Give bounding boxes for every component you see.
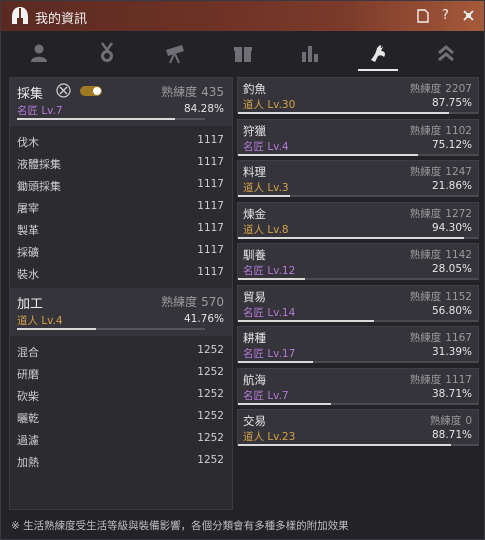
gathering-processing-panel: 採集 熟練度 435 名匠 Lv.7 84.28% 伐木 1117 液體採集 1117…	[9, 77, 233, 510]
skill-card-farming[interactable]: 耕種 熟練度 1167 名匠 Lv.17 31.39%	[237, 326, 479, 363]
progress-fill	[238, 319, 375, 322]
progress-bar	[238, 361, 478, 363]
skill-card-fishing[interactable]: 釣魚 熟練度 2207 道人 Lv.30 87.75%	[237, 77, 479, 114]
progress-fill	[17, 328, 96, 330]
list-item: 伐木 1117	[17, 134, 224, 149]
progress-fill	[238, 444, 451, 446]
tab-telescope[interactable]	[141, 35, 209, 71]
proficiency: 熟練度 435	[161, 85, 224, 99]
group-name: 採集	[17, 87, 44, 102]
list-item: 屠宰 1117	[17, 200, 224, 215]
progress-percent: 84.28%	[183, 103, 224, 115]
progress-fill	[238, 361, 314, 363]
tab-statistics[interactable]	[276, 35, 344, 71]
progress-fill	[17, 118, 176, 120]
progress-fill	[238, 402, 331, 405]
helmet-icon	[12, 7, 28, 24]
life-skill-icon	[371, 45, 386, 62]
gathering-sub-list: 伐木 1117 液體採集 1117 鋤頭採集 1117 屠宰 1117 製革 1117 採…	[10, 126, 232, 284]
progress-bar	[17, 118, 205, 120]
progress-bar	[238, 402, 478, 405]
list-item: 混合 1252	[17, 344, 224, 359]
my-info-window: 我的資訊 ? 採集 熟練度 435 名匠 Lv.7 84.28% 伐木 1117…	[0, 0, 485, 540]
skill-card-cooking[interactable]: 料理 熟練度 1247 道人 Lv.3 21.86%	[237, 160, 479, 197]
list-item: 過濾 1252	[17, 432, 224, 447]
list-item: 加熱 1252	[17, 454, 224, 469]
list-item: 液體採集 1117	[17, 156, 224, 171]
document-icon[interactable]	[415, 7, 430, 24]
tab-medal[interactable]	[73, 35, 141, 71]
telescope-icon	[165, 45, 184, 64]
list-item: 鋤頭採集 1117	[17, 178, 224, 193]
window-title: 我的資訊	[35, 12, 88, 27]
list-item: 砍柴 1252	[17, 388, 224, 403]
skill-card-hunting[interactable]: 狩獵 熟練度 1102 名匠 Lv.4 75.12%	[237, 118, 479, 156]
skill-card-trade[interactable]: 貿易 熟練度 1152 名匠 Lv.14 56.80%	[237, 284, 479, 322]
group-name: 加工	[17, 297, 44, 312]
double-chevron-up-icon	[438, 45, 455, 62]
crossed-tools-icon	[56, 83, 71, 98]
group-header-processing[interactable]: 加工 熟練度 570 道人 Lv.4 41.76%	[10, 288, 232, 336]
skill-card-barter[interactable]: 交易 熟練度 0 道人 Lv.23 88.71%	[237, 409, 479, 446]
close-icon[interactable]	[461, 7, 476, 24]
title-bar[interactable]: 我的資訊 ?	[1, 1, 484, 31]
progress-fill	[238, 195, 291, 197]
person-icon	[30, 44, 47, 62]
skill-card-alchemy[interactable]: 煉金 熟練度 1272 道人 Lv.8 94.30%	[237, 201, 479, 239]
list-item: 曬乾 1252	[17, 410, 224, 425]
list-item: 採礦 1117	[17, 244, 224, 259]
proficiency: 熟練度 570	[161, 295, 224, 309]
progress-bar	[238, 319, 478, 322]
list-item: 研磨 1252	[17, 366, 224, 381]
list-item: 製革 1117	[17, 222, 224, 237]
progress-bar	[238, 444, 478, 446]
processing-sub-list: 混合 1252 研磨 1252 砍柴 1252 曬乾 1252 過濾 1252 加熱 125…	[10, 336, 232, 472]
progress-fill	[238, 112, 449, 114]
rank-label: 名匠 Lv.7	[17, 105, 63, 117]
progress-bar	[238, 112, 478, 114]
tab-life-skills[interactable]	[344, 35, 412, 71]
tab-bar	[5, 35, 480, 71]
progress-bar	[238, 236, 478, 239]
footer-note: ※ 生活熟練度受生活等級與裝備影響，各個分類會有多種多樣的附加效果	[11, 520, 349, 532]
progress-fill	[238, 278, 306, 280]
bar-chart-icon	[302, 46, 319, 62]
progress-bar	[17, 328, 205, 330]
tab-profile[interactable]	[5, 35, 73, 71]
progress-fill	[238, 153, 419, 156]
skill-card-list: 釣魚 熟練度 2207 道人 Lv.30 87.75% 狩獵 熟練度 1102 名匠 Lv.4…	[237, 77, 479, 451]
progress-fill	[238, 236, 465, 239]
progress-bar	[238, 195, 478, 197]
skill-card-sailing[interactable]: 航海 熟練度 1117 名匠 Lv.7 38.71%	[237, 367, 479, 405]
medal-icon	[100, 42, 113, 62]
tab-gift[interactable]	[209, 35, 277, 71]
rank-label: 道人 Lv.4	[17, 315, 63, 327]
list-item: 裝水 1117	[17, 266, 224, 281]
progress-bar	[238, 278, 478, 280]
progress-bar	[238, 153, 478, 156]
gift-icon	[233, 47, 252, 62]
group-header-gathering[interactable]: 採集 熟練度 435 名匠 Lv.7 84.28%	[10, 78, 232, 126]
skill-card-training[interactable]: 馴養 熟練度 1142 名匠 Lv.12 28.05%	[237, 243, 479, 280]
tab-rank-up[interactable]	[412, 35, 480, 71]
group-toggle[interactable]	[80, 86, 102, 96]
help-icon[interactable]: ?	[438, 7, 453, 24]
progress-percent: 41.76%	[183, 313, 224, 325]
